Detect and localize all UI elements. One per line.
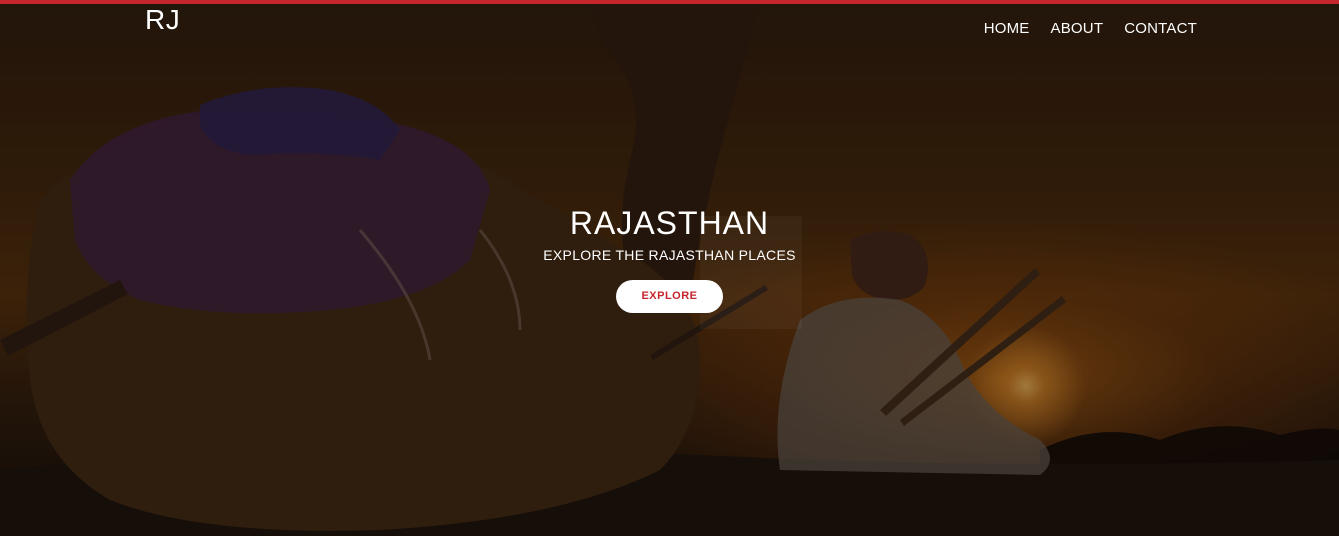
explore-button[interactable]: EXPLORE bbox=[616, 280, 723, 313]
hero-title: RAJASTHAN bbox=[569, 205, 770, 241]
main-nav: HOME ABOUT CONTACT bbox=[984, 20, 1197, 37]
nav-about-link[interactable]: ABOUT bbox=[1051, 20, 1104, 37]
nav-contact-link[interactable]: CONTACT bbox=[1124, 20, 1197, 37]
hero-content: RAJASTHAN EXPLORE THE RAJASTHAN PLACES E… bbox=[0, 203, 1339, 313]
hero-section: RJ HOME ABOUT CONTACT RAJASTHAN EXPLORE … bbox=[0, 0, 1339, 536]
logo[interactable]: RJ bbox=[145, 4, 180, 36]
nav-home-link[interactable]: HOME bbox=[984, 20, 1030, 37]
hero-subtitle: EXPLORE THE RAJASTHAN PLACES bbox=[543, 247, 796, 263]
top-accent-bar bbox=[0, 0, 1339, 4]
